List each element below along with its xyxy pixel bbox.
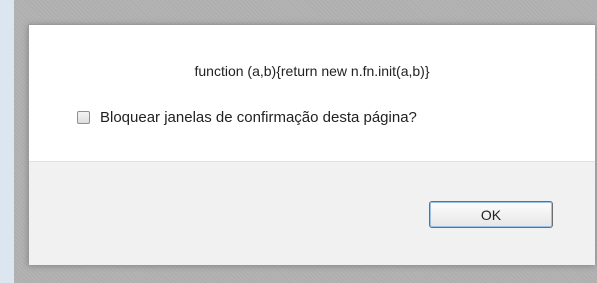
dialog-message: function (a,b){return new n.fn.init(a,b)… xyxy=(194,63,430,79)
dialog-footer: OK xyxy=(29,161,595,265)
block-dialogs-checkbox[interactable] xyxy=(77,110,90,124)
dialog-body: function (a,b){return new n.fn.init(a,b)… xyxy=(29,25,595,161)
block-dialogs-option[interactable]: Bloquear janelas de confirmação desta pá… xyxy=(77,107,417,127)
alert-dialog: function (a,b){return new n.fn.init(a,b)… xyxy=(28,24,595,265)
page-background xyxy=(0,0,14,283)
block-dialogs-label: Bloquear janelas de confirmação desta pá… xyxy=(100,108,417,126)
ok-button[interactable]: OK xyxy=(429,201,553,228)
